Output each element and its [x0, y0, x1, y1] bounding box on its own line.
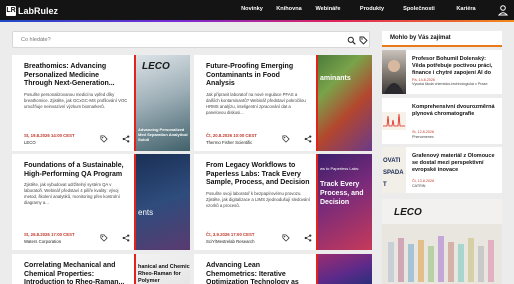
portrait-icon: [384, 60, 404, 94]
card-image[interactable]: aminants: [316, 55, 372, 151]
logo-mark-icon: LR: [6, 6, 16, 16]
webinar-card[interactable]: Breathomics: Advancing Personalized Medi…: [12, 55, 190, 151]
card-image[interactable]: [316, 254, 372, 284]
search-icon[interactable]: [347, 36, 356, 45]
article-thumbnail[interactable]: [382, 98, 406, 144]
card-description: Jak připravit laboratoř na nové regulace…: [206, 91, 306, 115]
card-source: Waters Corporation: [24, 239, 62, 244]
webinar-card[interactable]: Foundations of a Sustainable, High-Perfo…: [12, 154, 190, 250]
article-title[interactable]: Grafenový materiál z Olomouce se dostal …: [412, 153, 498, 173]
image-overlay-text: aminants: [320, 75, 351, 82]
share-icon[interactable]: [304, 234, 312, 242]
nav-item-novinky[interactable]: Novinky: [230, 6, 274, 12]
webinar-card[interactable]: From Legacy Workflows to Paperless Labs:…: [194, 154, 372, 250]
accent-bar: [134, 254, 136, 284]
card-date: St, 19.8.2026 14:00 CEST: [24, 133, 75, 138]
article-date: St, 12.8.2026: [412, 130, 434, 134]
article-thumbnail[interactable]: [382, 50, 406, 94]
logo-text: LabRulez: [18, 6, 59, 16]
card-title[interactable]: Foundations of a Sustainable, High-Perfo…: [24, 162, 128, 179]
brand-gradient-stripe: [0, 20, 514, 22]
share-icon[interactable]: [122, 135, 130, 143]
thumbnail-text: OVATI SPADAT: [383, 158, 404, 188]
article-source: Vysoká škola chemicko-technologická v Pr…: [412, 82, 488, 86]
image-overlay-text: ents: [138, 208, 154, 217]
nav-item-webinare[interactable]: Webináře: [304, 6, 352, 12]
article-source: CATRIN: [412, 184, 426, 188]
card-image[interactable]: LECO Advancing Personalized Med Separati…: [134, 55, 190, 151]
card-source: SciY/Mestrelab Research: [206, 239, 255, 244]
lab-vials-icon: [382, 224, 502, 284]
main-nav: Novinky Knihovna Webináře Produkty Spole…: [230, 6, 486, 12]
card-date: Čt, 20.8.2026 10:00 CEST: [206, 133, 257, 138]
article-source: Phenomenex: [412, 135, 434, 139]
card-image[interactable]: ents: [134, 154, 190, 250]
article-thumbnail[interactable]: OVATI SPADAT: [382, 147, 406, 193]
tag-filter-icon[interactable]: [359, 36, 368, 45]
card-title[interactable]: From Legacy Workflows to Paperless Labs:…: [206, 162, 310, 188]
tag-icon[interactable]: [282, 135, 290, 143]
article-title[interactable]: Komprehensivní dvourozměrná plynová chro…: [412, 104, 498, 118]
sidebar-article[interactable]: Komprehensivní dvourozměrná plynová chro…: [382, 98, 502, 144]
search-bar: [12, 31, 370, 48]
card-title[interactable]: Correlating Mechanical and Chemical Prop…: [24, 262, 128, 284]
image-overlay-text: Track Every Process, and Decision: [320, 181, 364, 206]
card-title[interactable]: Breathomics: Advancing Personalized Medi…: [24, 63, 128, 89]
top-navigation-bar: LR LabRulez Novinky Knihovna Webináře Pr…: [0, 0, 514, 22]
share-icon[interactable]: [122, 234, 130, 242]
search-input[interactable]: [21, 34, 321, 46]
accent-bar: [316, 254, 318, 284]
card-source: LECO: [24, 140, 36, 145]
chromatogram-icon: [382, 112, 406, 130]
nav-item-produkty[interactable]: Produkty: [352, 6, 392, 12]
webinar-card[interactable]: Correlating Mechanical and Chemical Prop…: [12, 254, 190, 284]
nav-item-kariera[interactable]: Kariéra: [446, 6, 486, 12]
card-image[interactable]: hanical and Chemic Rheo-Raman for Polyme…: [134, 254, 190, 284]
sidebar-article[interactable]: OVATI SPADAT Grafenový materiál z Olomou…: [382, 147, 502, 193]
card-title[interactable]: Future-Proofing Emerging Contaminants in…: [206, 63, 310, 89]
webinar-card[interactable]: Future-Proofing Emerging Contaminants in…: [194, 55, 372, 151]
tag-icon[interactable]: [100, 234, 108, 242]
nav-item-spolecnosti[interactable]: Společnosti: [392, 6, 446, 12]
image-overlay-text: hanical and Chemic Rheo-Raman for Polyme…: [138, 264, 190, 284]
sidebar-heading-text: Mohlo by Vás zajímat: [390, 35, 451, 41]
accent-bar: [316, 154, 318, 250]
tag-icon[interactable]: [100, 135, 108, 143]
webinar-card[interactable]: Advancing Lean Chemometrics: Iterative O…: [194, 254, 372, 284]
user-account-icon[interactable]: [498, 5, 508, 16]
sidebar-heading: Mohlo by Vás zajímat: [382, 31, 502, 47]
card-source: Thermo Fisher Scientific: [206, 140, 253, 145]
share-icon[interactable]: [304, 135, 312, 143]
accent-bar: [134, 55, 136, 151]
article-date: Čt, 13.8.2026: [412, 179, 435, 183]
site-logo[interactable]: LR LabRulez: [6, 5, 58, 17]
card-date: Čt, 3.9.2026 17:00 CEST: [206, 232, 255, 237]
card-date: St, 26.8.2026 17:00 CEST: [24, 232, 75, 237]
card-title[interactable]: Advancing Lean Chemometrics: Iterative O…: [206, 262, 310, 284]
image-caption: Advancing Personalized Med Separation An…: [138, 127, 188, 142]
tag-icon[interactable]: [282, 234, 290, 242]
sidebar-advertisement[interactable]: LECO: [382, 199, 502, 284]
card-description: Posuňte svoji laboratoř k bezpapírovému …: [206, 190, 310, 208]
accent-bar: [134, 154, 136, 250]
leco-logo: LECO: [142, 61, 170, 72]
ad-logo: LECO: [394, 207, 422, 218]
accent-bar: [316, 55, 318, 151]
image-caption: ws to Paperless Labs:: [320, 166, 360, 171]
card-description: Posuňte personalizovanou medicínu vpřed …: [24, 91, 128, 109]
card-image[interactable]: ws to Paperless Labs: Track Every Proces…: [316, 154, 372, 250]
sidebar-article[interactable]: Profesor Bohumil Dolenský: Věda potřebuj…: [382, 50, 502, 94]
article-title[interactable]: Profesor Bohumil Dolenský: Věda potřebuj…: [412, 56, 498, 76]
card-description: Zjistěte, jak vybudovat udržitelný systé…: [24, 182, 120, 206]
nav-item-knihovna[interactable]: Knihovna: [274, 6, 304, 12]
